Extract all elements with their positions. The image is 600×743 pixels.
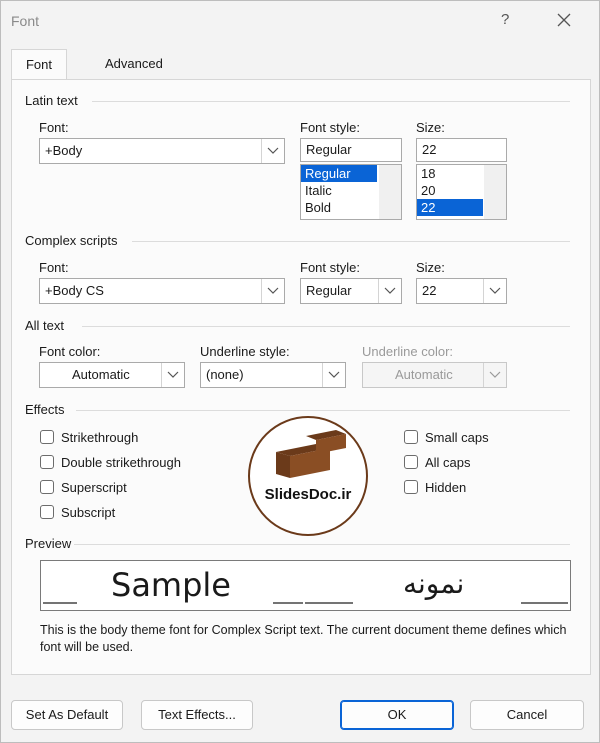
hidden-checkbox[interactable] <box>404 480 418 494</box>
complex-style-combo[interactable]: Regular <box>300 278 402 304</box>
slidesdoc-logo: SlidesDoc.ir <box>248 416 368 536</box>
chevron-down-icon[interactable] <box>161 363 184 387</box>
close-icon[interactable] <box>553 9 575 31</box>
chevron-down-icon <box>483 363 506 387</box>
strikethrough-label[interactable]: Strikethrough <box>61 430 138 445</box>
small-caps-checkbox[interactable] <box>404 430 418 444</box>
effects-divider <box>76 410 570 411</box>
complex-style-value: Regular <box>306 283 352 298</box>
font-tab-panel: Latin text Font: +Body Font style: Regul… <box>11 79 591 675</box>
complex-style-label: Font style: <box>300 260 360 275</box>
latin-style-label: Font style: <box>300 120 360 135</box>
title-bar: Font ? <box>1 1 599 41</box>
preview-sample-text: Sample <box>111 566 231 604</box>
double-strikethrough-checkbox[interactable] <box>40 455 54 469</box>
preview-description: This is the body theme font for Complex … <box>40 623 567 654</box>
alltext-divider <box>82 326 570 327</box>
latin-group-label: Latin text <box>25 93 78 108</box>
latin-style-list[interactable]: Regular Italic Bold <box>300 164 402 220</box>
underline-color-label: Underline color: <box>362 344 454 359</box>
effects-group-label: Effects <box>25 402 65 417</box>
all-caps-checkbox[interactable] <box>404 455 418 469</box>
ok-button[interactable]: OK <box>340 700 454 730</box>
preview-group-label: Preview <box>25 536 72 551</box>
hidden-label[interactable]: Hidden <box>425 480 466 495</box>
tab-font[interactable]: Font <box>11 49 67 80</box>
underline-style-combo[interactable]: (none) <box>200 362 346 388</box>
underline-color-combo: Automatic <box>362 362 507 388</box>
complex-size-label: Size: <box>416 260 445 275</box>
dialog-title: Font <box>11 13 40 29</box>
complex-size-value: 22 <box>422 283 437 298</box>
underline-style-label: Underline style: <box>200 344 290 359</box>
superscript-label[interactable]: Superscript <box>61 480 127 495</box>
scrollbar[interactable] <box>379 165 401 219</box>
set-as-default-button[interactable]: Set As Default <box>11 700 123 730</box>
scrollbar[interactable] <box>484 165 506 219</box>
latin-size-label: Size: <box>416 120 445 135</box>
latin-size-list[interactable]: 18 20 22 <box>416 164 507 220</box>
list-item[interactable]: Regular <box>301 165 377 182</box>
latin-size-input[interactable]: 22 <box>416 138 507 162</box>
underline-color-value: Automatic <box>395 367 453 382</box>
complex-size-combo[interactable]: 22 <box>416 278 507 304</box>
complex-font-value: +Body CS <box>45 283 104 298</box>
help-button[interactable]: ? <box>501 11 509 28</box>
all-caps-label[interactable]: All caps <box>425 455 471 470</box>
subscript-checkbox[interactable] <box>40 505 54 519</box>
preview-box: Sample نمونه <box>40 560 571 611</box>
chevron-down-icon[interactable] <box>261 139 284 163</box>
text-effects-button[interactable]: Text Effects... <box>141 700 253 730</box>
double-strikethrough-label[interactable]: Double strikethrough <box>61 455 181 470</box>
latin-divider <box>92 101 570 102</box>
chevron-down-icon[interactable] <box>261 279 284 303</box>
superscript-checkbox[interactable] <box>40 480 54 494</box>
complex-divider <box>132 241 570 242</box>
logo-bricks-icon <box>276 430 346 478</box>
preview-sample-rtl-text: نمونه <box>403 567 465 600</box>
preview-divider <box>74 544 570 545</box>
latin-style-input[interactable]: Regular <box>300 138 402 162</box>
chevron-down-icon[interactable] <box>378 279 401 303</box>
chevron-down-icon[interactable] <box>483 279 506 303</box>
strikethrough-checkbox[interactable] <box>40 430 54 444</box>
complex-font-label: Font: <box>39 260 69 275</box>
font-color-value: Automatic <box>72 367 130 382</box>
latin-font-label: Font: <box>39 120 69 135</box>
subscript-label[interactable]: Subscript <box>61 505 115 520</box>
chevron-down-icon[interactable] <box>322 363 345 387</box>
latin-font-combo[interactable]: +Body <box>39 138 285 164</box>
alltext-group-label: All text <box>25 318 65 333</box>
tab-advanced[interactable]: Advanced <box>91 49 177 79</box>
underline-style-value: (none) <box>206 367 244 382</box>
cancel-button[interactable]: Cancel <box>470 700 584 730</box>
complex-group-label: Complex scripts <box>25 233 118 248</box>
font-color-label: Font color: <box>39 344 101 359</box>
font-color-combo[interactable]: Automatic <box>39 362 185 388</box>
font-dialog: Font ? Font Advanced Latin text Font: +B… <box>0 0 600 743</box>
small-caps-label[interactable]: Small caps <box>425 430 489 445</box>
latin-font-value: +Body <box>45 143 83 158</box>
logo-text: SlidesDoc.ir <box>264 486 352 503</box>
list-item[interactable]: 22 <box>417 199 483 216</box>
complex-font-combo[interactable]: +Body CS <box>39 278 285 304</box>
